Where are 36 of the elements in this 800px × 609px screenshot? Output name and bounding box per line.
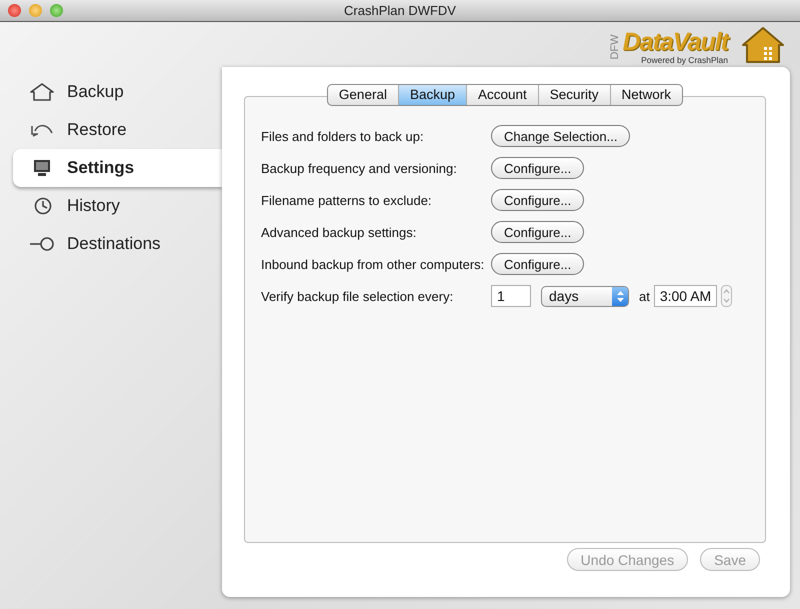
configure-button[interactable]: Change Selection... — [491, 125, 630, 147]
configure-button[interactable]: Configure... — [491, 253, 584, 275]
at-label: at — [639, 288, 650, 304]
configure-button[interactable]: Configure... — [491, 157, 584, 179]
setting-label: Inbound backup from other computers: — [261, 256, 486, 272]
sidebar-item[interactable]: Destinations — [13, 225, 222, 263]
unit-dropdown[interactable]: days — [541, 286, 629, 306]
setting-label: Files and folders to back up: — [261, 128, 425, 144]
configure-button[interactable]: Configure... — [491, 221, 584, 243]
setting-label: Filename patterns to exclude: — [261, 192, 433, 208]
tab[interactable]: Security — [538, 85, 611, 105]
setting-label: Backup frequency and versioning: — [261, 160, 458, 176]
sidebar-item[interactable]: History — [13, 187, 222, 225]
setting-label: Advanced backup settings: — [261, 224, 418, 240]
logo-name: DataVault — [622, 28, 728, 54]
configure-button[interactable]: Configure... — [491, 189, 584, 211]
house-logo-icon — [740, 24, 786, 64]
logo-side-text: DFW — [608, 34, 621, 60]
line-circle-icon — [29, 234, 55, 254]
interval-input[interactable]: 1 — [491, 285, 531, 307]
setting-label: Verify backup file selection every: — [261, 288, 454, 304]
stepper-icon[interactable] — [721, 285, 732, 307]
tab[interactable]: Network — [610, 85, 682, 105]
house-icon — [29, 82, 55, 102]
minimize-button[interactable] — [29, 4, 42, 17]
logo-tagline: Powered by CrashPlan — [641, 54, 728, 64]
sidebar-item[interactable]: Restore — [13, 111, 222, 149]
time-input[interactable]: 3:00 AM — [654, 285, 718, 307]
zoom-button[interactable] — [50, 4, 63, 17]
tab[interactable]: Backup — [398, 85, 467, 105]
up-down-arrows-icon — [616, 290, 624, 302]
window-title: CrashPlan DWFDV — [344, 3, 456, 18]
tab[interactable]: Account — [466, 85, 539, 105]
close-button[interactable] — [8, 4, 21, 17]
sidebar-item[interactable]: Backup — [13, 73, 222, 111]
sidebar-item[interactable]: Settings — [13, 149, 222, 187]
